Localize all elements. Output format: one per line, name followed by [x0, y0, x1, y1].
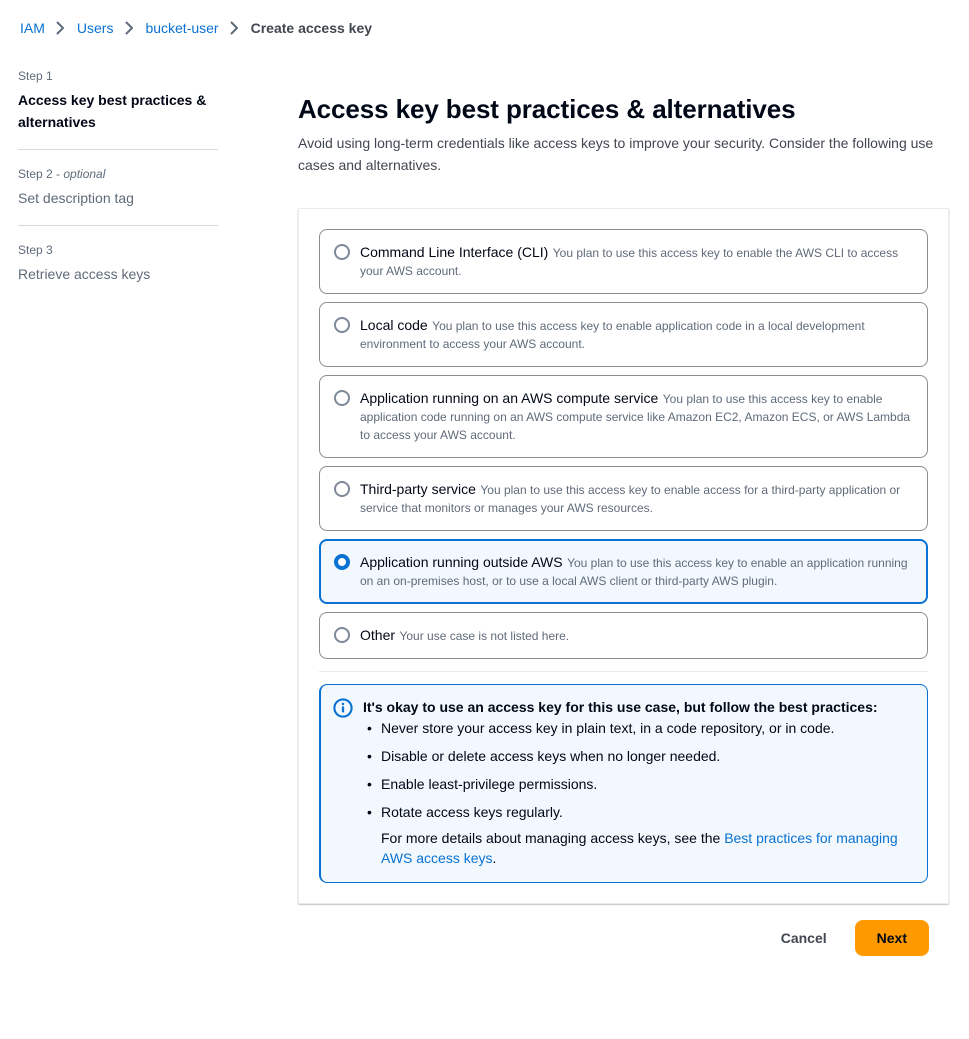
use-case-option-outside-aws[interactable]: Application running outside AWS You plan…: [319, 539, 928, 604]
best-practices-list: Never store your access key in plain tex…: [363, 718, 911, 822]
use-case-panel: Command Line Interface (CLI) You plan to…: [298, 208, 949, 904]
wizard-step-2[interactable]: Step 2 - optional Set description tag: [18, 166, 218, 209]
info-alert-title: It's okay to use an access key for this …: [363, 699, 878, 715]
wizard-step-2-number-text: Step 2 -: [18, 167, 64, 181]
radio-button-other[interactable]: [334, 627, 350, 643]
breadcrumb-item-current: Create access key: [250, 19, 373, 36]
main-content: Access key best practices & alternatives…: [218, 42, 969, 956]
use-case-option-local-code-description: You plan to use this access key to enabl…: [360, 319, 865, 351]
wizard-divider: [18, 225, 218, 226]
radio-button-outside-aws[interactable]: [334, 554, 350, 570]
chevron-right-icon: [113, 21, 145, 35]
page-title: Access key best practices & alternatives: [298, 94, 796, 124]
page-body: Step 1 Access key best practices & alter…: [0, 42, 969, 956]
radio-button-third-party[interactable]: [334, 481, 350, 497]
info-alert-note-prefix: For more details about managing access k…: [381, 830, 725, 846]
wizard-step-2-optional-tag: optional: [63, 167, 106, 181]
use-case-option-local-code[interactable]: Local code You plan to use this access k…: [319, 302, 928, 367]
info-alert-note: For more details about managing access k…: [363, 828, 911, 868]
use-case-option-outside-aws-label: Application running outside AWS: [360, 554, 563, 570]
use-case-option-third-party[interactable]: Third-party service You plan to use this…: [319, 466, 928, 531]
best-practice-item: Never store your access key in plain tex…: [367, 718, 911, 738]
wizard-step-2-title: Set description tag: [18, 190, 134, 206]
wizard-actions: Cancel Next: [298, 904, 949, 956]
radio-button-cli[interactable]: [334, 244, 350, 260]
use-case-option-outside-aws-body: Application running outside AWS You plan…: [360, 552, 913, 590]
wizard-step-3-number: Step 3: [18, 243, 53, 257]
use-case-option-aws-compute-label: Application running on an AWS compute se…: [360, 390, 659, 406]
wizard-step-1-title: Access key best practices & alternatives: [18, 92, 207, 130]
cancel-button[interactable]: Cancel: [761, 924, 847, 952]
wizard-navigation: Step 1 Access key best practices & alter…: [18, 42, 218, 285]
use-case-option-third-party-body: Third-party service You plan to use this…: [360, 479, 913, 517]
breadcrumb: IAM Users bucket-user Create access key: [0, 0, 969, 42]
use-case-option-aws-compute[interactable]: Application running on an AWS compute se…: [319, 375, 928, 458]
chevron-right-icon: [45, 21, 77, 35]
wizard-step-3-title: Retrieve access keys: [18, 266, 151, 282]
best-practice-item: Enable least-privilege permissions.: [367, 774, 911, 794]
breadcrumb-item-bucket-user[interactable]: bucket-user: [145, 20, 218, 36]
radio-button-aws-compute[interactable]: [334, 390, 350, 406]
chevron-right-icon: [219, 21, 251, 35]
use-case-option-cli-label: Command Line Interface (CLI): [360, 244, 549, 260]
page-description: Avoid using long-term credentials like a…: [298, 135, 934, 173]
panel-divider: [319, 671, 928, 672]
breadcrumb-item-users[interactable]: Users: [77, 20, 114, 36]
info-alert-note-suffix: .: [492, 850, 497, 866]
info-icon: [333, 698, 353, 718]
use-case-option-other[interactable]: Other Your use case is not listed here.: [319, 612, 928, 659]
info-alert-body: It's okay to use an access key for this …: [363, 697, 911, 868]
use-case-option-local-code-label: Local code: [360, 317, 428, 333]
wizard-step-3[interactable]: Step 3 Retrieve access keys: [18, 242, 218, 285]
wizard-step-1[interactable]: Step 1 Access key best practices & alter…: [18, 68, 218, 133]
use-case-option-other-description: Your use case is not listed here.: [399, 629, 570, 643]
use-case-option-other-label: Other: [360, 627, 396, 643]
wizard-step-1-number: Step 1: [18, 69, 53, 83]
best-practice-item: Rotate access keys regularly.: [367, 802, 911, 822]
use-case-option-cli-body: Command Line Interface (CLI) You plan to…: [360, 242, 913, 280]
use-case-option-third-party-label: Third-party service: [360, 481, 476, 497]
radio-button-local-code[interactable]: [334, 317, 350, 333]
use-case-option-aws-compute-body: Application running on an AWS compute se…: [360, 388, 913, 444]
best-practice-item: Disable or delete access keys when no lo…: [367, 746, 911, 766]
use-case-option-cli[interactable]: Command Line Interface (CLI) You plan to…: [319, 229, 928, 294]
wizard-divider: [18, 149, 218, 150]
info-alert: It's okay to use an access key for this …: [319, 684, 928, 883]
use-case-radio-group: Command Line Interface (CLI) You plan to…: [319, 229, 928, 659]
use-case-option-other-body: Other Your use case is not listed here.: [360, 625, 913, 645]
use-case-option-local-code-body: Local code You plan to use this access k…: [360, 315, 913, 353]
breadcrumb-item-iam[interactable]: IAM: [20, 20, 45, 36]
wizard-step-2-number: Step 2 - optional: [18, 166, 218, 182]
next-button[interactable]: Next: [854, 920, 929, 956]
